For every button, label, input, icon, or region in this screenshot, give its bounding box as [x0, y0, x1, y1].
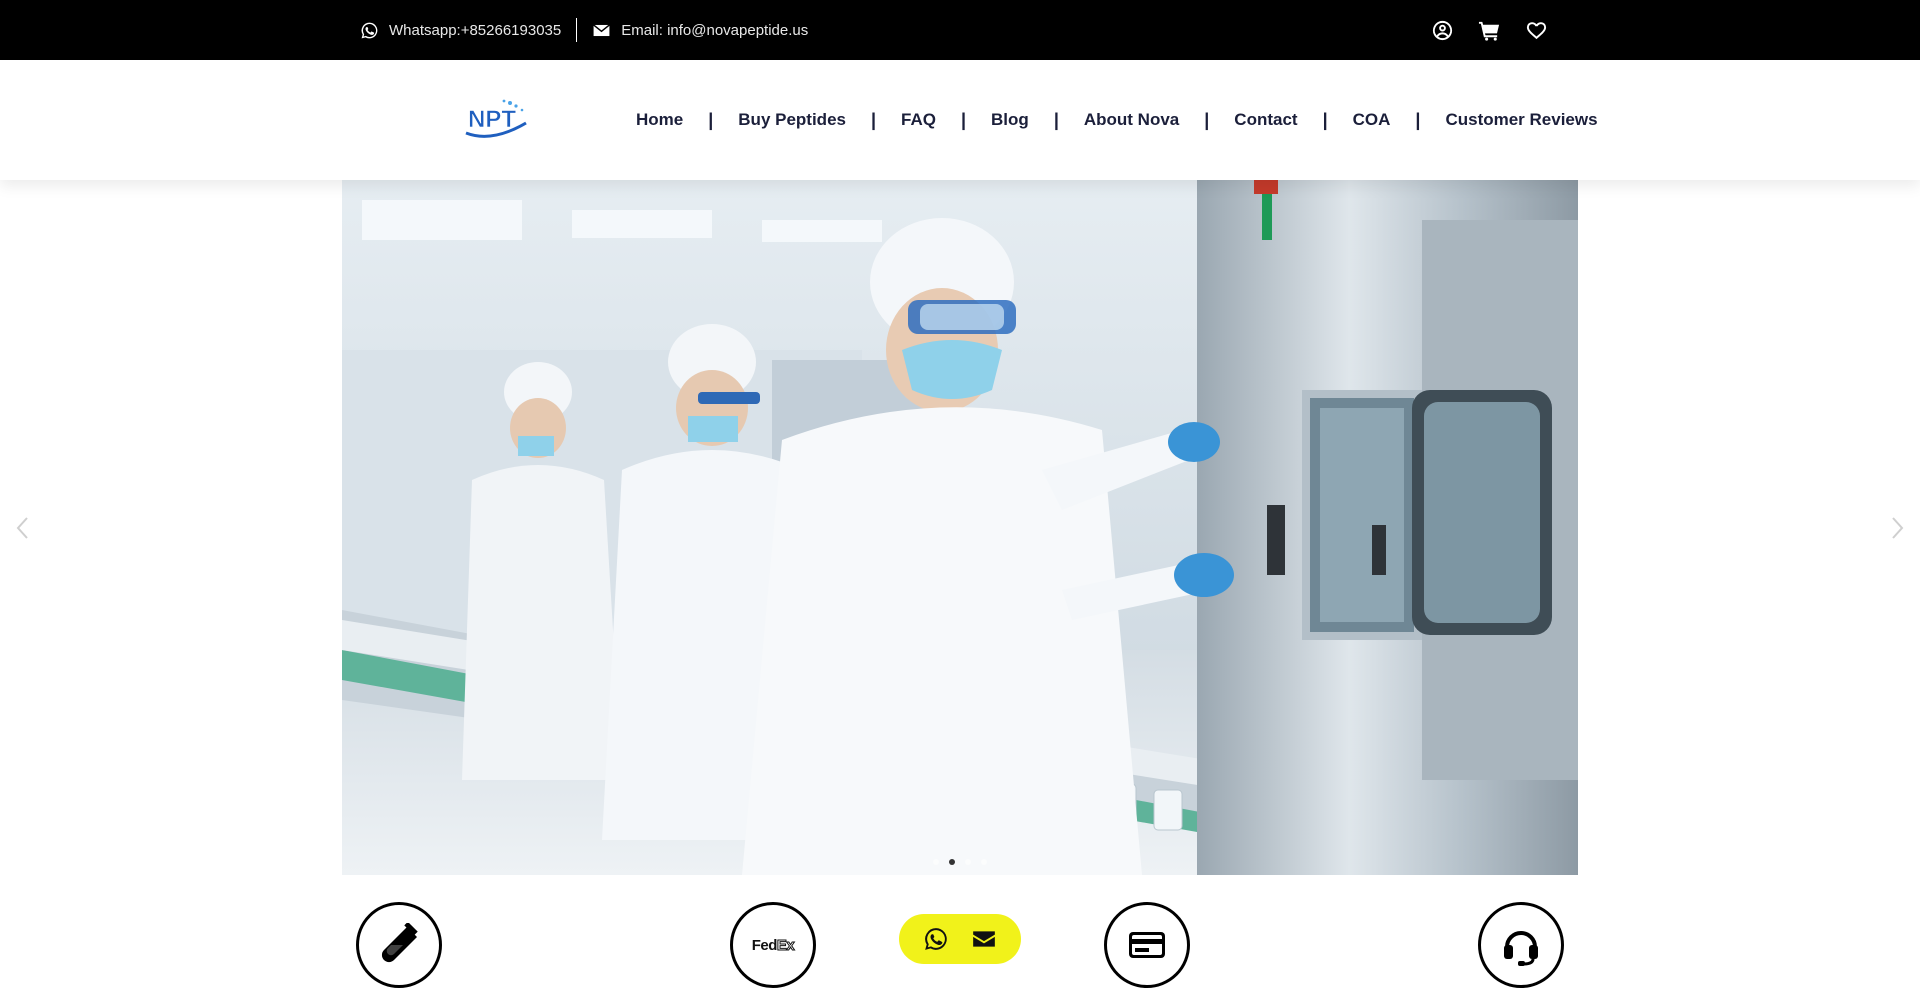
slider-dot-active[interactable] [949, 859, 955, 865]
whatsapp-icon [361, 22, 378, 38]
whatsapp-number: Whatsapp:+85266193035 [389, 21, 562, 39]
site-header: NPT Home | Buy Peptides | FAQ | Blog | A… [0, 60, 1920, 180]
nav-buy-peptides[interactable]: Buy Peptides [738, 110, 846, 130]
email-address: Email: info@novapeptide.us [621, 21, 809, 39]
feature-fedex-shipping: FedEx [730, 902, 816, 988]
nav-about-nova[interactable]: About Nova [1084, 110, 1179, 130]
credit-card-icon [1129, 932, 1165, 958]
slider-dot[interactable] [933, 859, 939, 865]
envelope-icon[interactable] [971, 926, 997, 952]
divider [576, 18, 578, 42]
whatsapp-icon[interactable] [923, 926, 949, 952]
slider-dots [342, 859, 1578, 865]
slider-dot[interactable] [965, 859, 971, 865]
nav-separator: | [1415, 109, 1421, 130]
fedex-logo: FedEx [751, 936, 796, 954]
feature-payment [1104, 902, 1190, 988]
nav-separator: | [870, 109, 877, 130]
nav-separator: | [708, 109, 714, 130]
nav-separator: | [1322, 109, 1328, 130]
hero-slider[interactable] [342, 180, 1578, 875]
feature-testing [356, 902, 442, 988]
feature-support [1478, 902, 1564, 988]
slider-next-arrow[interactable] [1886, 514, 1908, 542]
email-contact[interactable]: Email: info@novapeptide.us [592, 21, 808, 40]
slider-dot[interactable] [981, 859, 987, 865]
nav-home[interactable]: Home [636, 110, 683, 130]
slider-prev-arrow[interactable] [12, 514, 34, 542]
user-circle-icon[interactable] [1431, 19, 1454, 42]
site-logo[interactable]: NPT [462, 97, 532, 141]
nav-separator: | [1053, 109, 1059, 130]
nav-contact[interactable]: Contact [1234, 110, 1297, 130]
cart-icon[interactable] [1478, 19, 1501, 42]
main-nav: Home | Buy Peptides | FAQ | Blog | About… [636, 60, 1598, 180]
heart-icon[interactable] [1525, 19, 1548, 42]
top-bar: Whatsapp:+85266193035 Email: info@novape… [0, 0, 1920, 60]
cleanroom-production-image [342, 180, 1578, 875]
nav-customer-reviews[interactable]: Customer Reviews [1445, 110, 1597, 130]
whatsapp-contact[interactable]: Whatsapp:+85266193035 [360, 21, 561, 40]
nav-separator: | [960, 109, 967, 130]
nav-separator: | [1204, 109, 1210, 130]
envelope-icon [593, 23, 611, 36]
test-tube-icon [381, 923, 418, 963]
nav-blog[interactable]: Blog [991, 110, 1029, 130]
nav-coa[interactable]: COA [1353, 110, 1391, 130]
nav-faq[interactable]: FAQ [901, 110, 936, 130]
svg-text:NPT: NPT [468, 106, 516, 133]
floating-contact-widget [899, 914, 1021, 964]
headset-icon [1504, 931, 1538, 966]
